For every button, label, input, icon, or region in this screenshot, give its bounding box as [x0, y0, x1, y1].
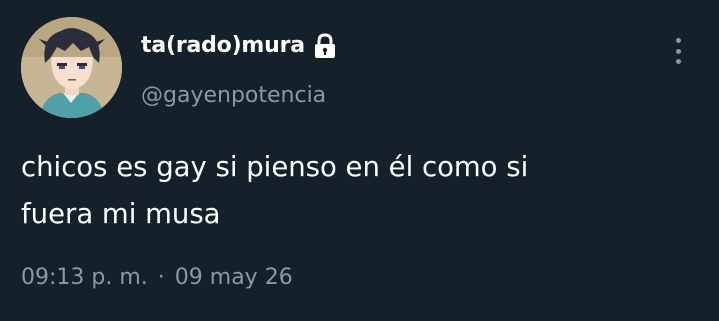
tweet-text-line-1: chicos es gay si pienso en él como si — [21, 151, 529, 183]
meta-separator: · — [157, 265, 165, 290]
tweet-card: ta(rado)mura @gayenpotencia chicos es ga… — [0, 0, 719, 321]
tweet-timestamp[interactable]: 09:13 p. m. · 09 may 26 — [21, 262, 293, 294]
user-name-row: ta(rado)mura — [141, 32, 337, 60]
anime-character-avatar-icon — [21, 17, 122, 118]
more-vertical-icon — [675, 38, 681, 43]
user-handle[interactable]: @gayenpotencia — [141, 82, 326, 110]
tweet-time: 09:13 p. m. — [21, 265, 148, 290]
display-name[interactable]: ta(rado)mura — [141, 32, 305, 60]
tweet-date: 09 may 26 — [174, 265, 293, 290]
tweet-text: chicos es gay si pienso en él como si fu… — [21, 144, 701, 238]
more-options-button[interactable] — [666, 36, 690, 66]
lock-icon — [313, 33, 337, 59]
tweet-text-line-2: fuera mi musa — [21, 198, 221, 230]
avatar[interactable] — [21, 17, 122, 118]
